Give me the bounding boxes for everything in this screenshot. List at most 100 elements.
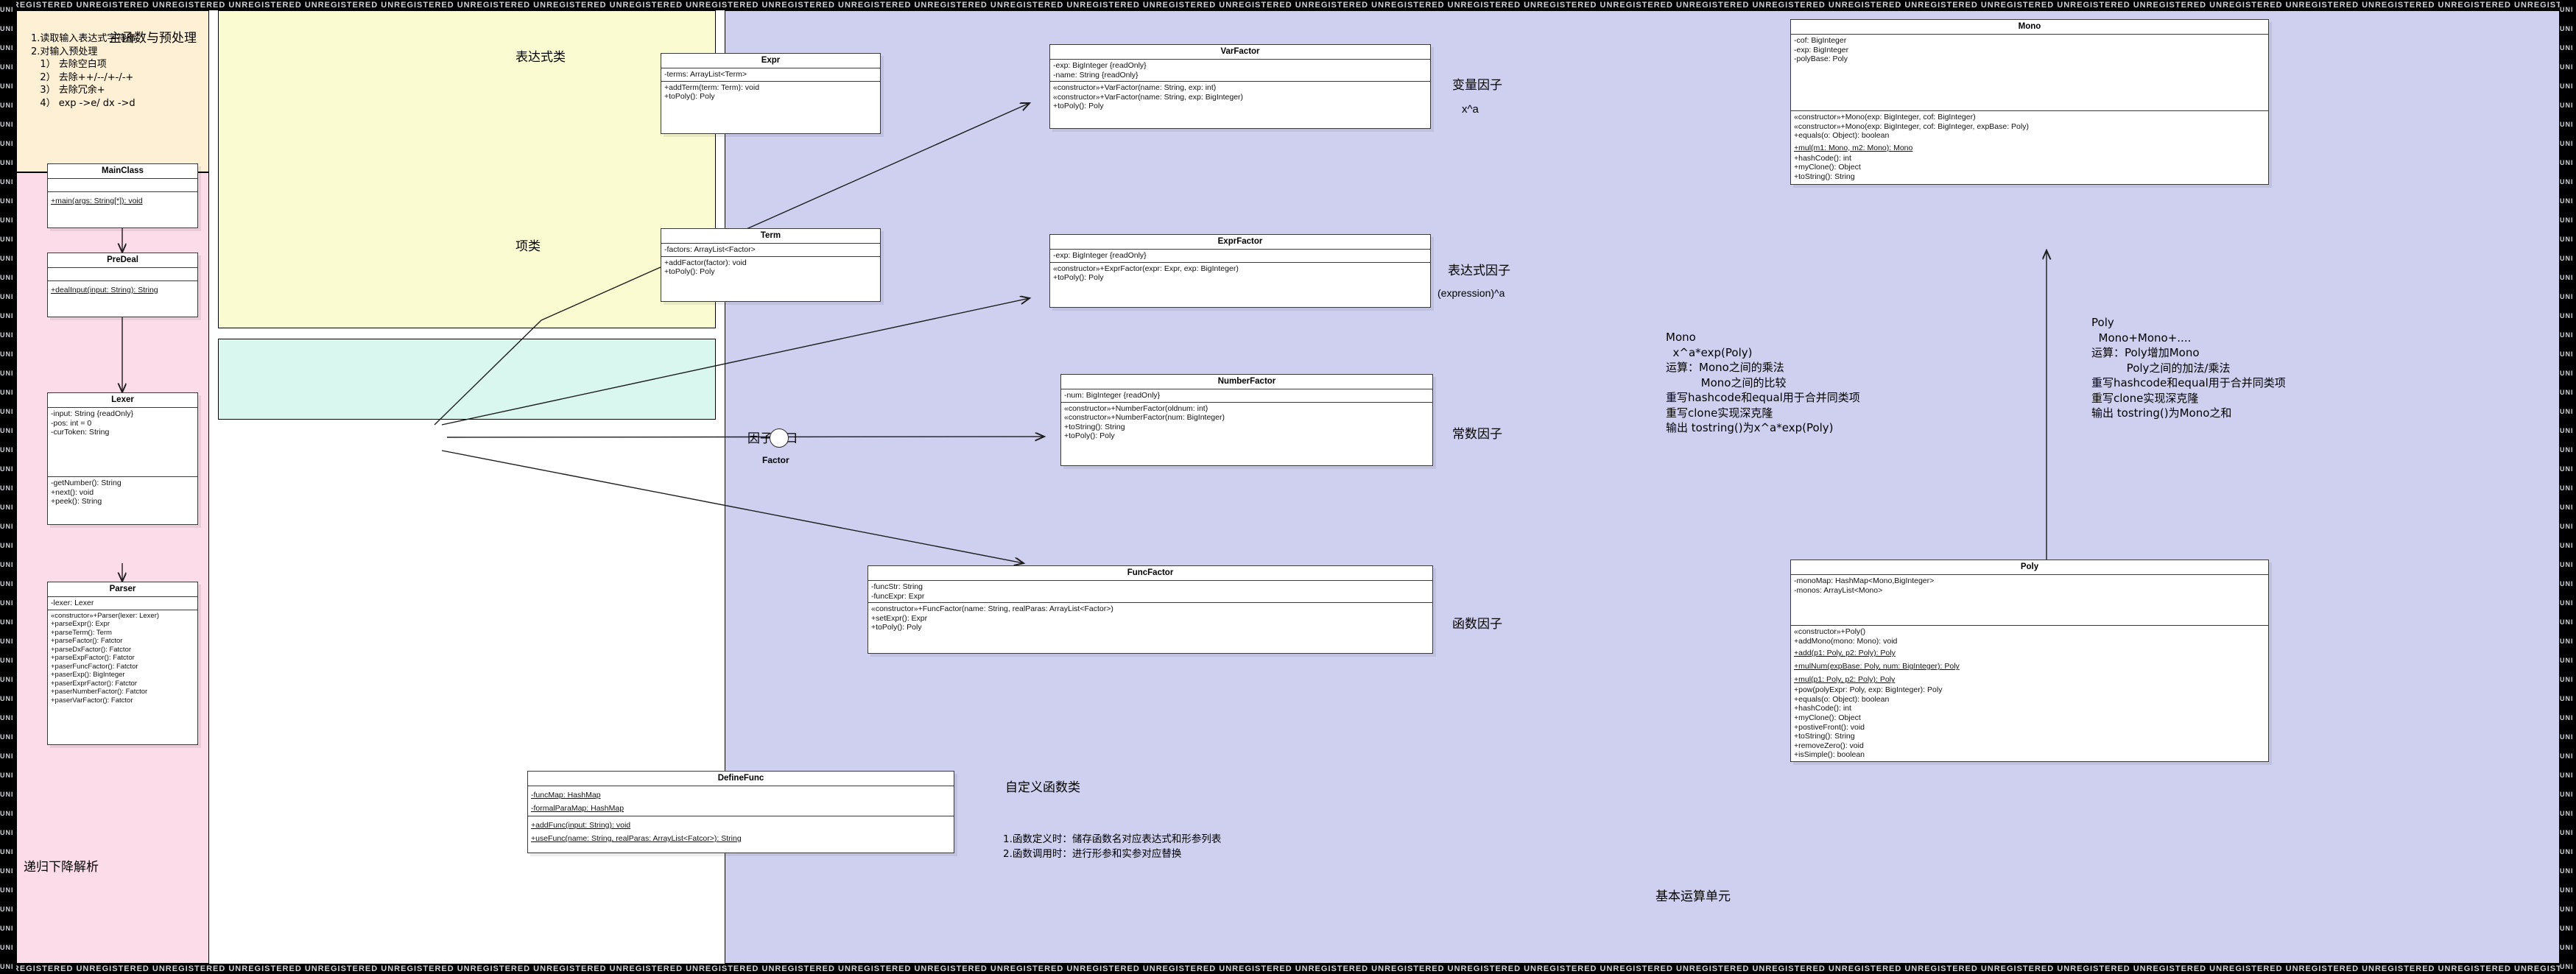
class-box-mono[interactable]: Mono -cof: BigInteger -exp: BigInteger -… <box>1790 19 2269 111</box>
class-method: +toString(): String <box>1064 422 1125 431</box>
class-method: +pow(polyExpr: Poly, exp: BigInteger): P… <box>1794 685 1943 695</box>
class-method: +setExpr(): Expr <box>871 613 928 623</box>
class-method: «constructor»+Parser(lexer: Lexer) <box>51 611 160 620</box>
class-method: +isSimple(): boolean <box>1794 750 1865 760</box>
class-methods: «constructor»+VarFactor(name: String, ex… <box>1050 82 1430 113</box>
class-title: Expr <box>661 54 880 68</box>
class-method: +toString(): String <box>1794 732 1855 741</box>
class-method: +parseDxFactor(): Fatctor <box>51 645 132 654</box>
class-attributes: -monoMap: HashMap<Mono,BigInteger> -mono… <box>1791 575 2268 596</box>
class-method: +toPoly(): Poly <box>1064 431 1115 441</box>
label-expr-factor-sub: (expression)^a <box>1437 287 1505 299</box>
class-method: +next(): void <box>51 487 94 497</box>
func-panel-label: 自定义函数类 <box>1005 780 1080 795</box>
func-panel-notes: 1.函数定义时：储存函数名对应表达式和形参列表 2.函数调用时：进行形参和实参对… <box>1003 833 1222 860</box>
class-title: VarFactor <box>1050 45 1430 60</box>
class-attributes: -cof: BigInteger -exp: BigInteger -polyB… <box>1791 35 2268 66</box>
label-var-factor-sub: x^a <box>1462 103 1479 116</box>
class-method: +paserVarFactor(): Fatctor <box>51 696 133 705</box>
main-panel-title: 主函数与预处理 <box>109 31 197 46</box>
class-method: +mul(m1: Mono, m2: Mono): Mono <box>1794 143 1913 152</box>
class-method: «constructor»+NumberFactor(num: BigInteg… <box>1064 413 1225 423</box>
class-box-poly-methods[interactable]: «constructor»+Poly() +addMono(mono: Mono… <box>1790 626 2269 762</box>
class-methods: «constructor»+Mono(exp: BigInteger, cof:… <box>1791 111 2268 183</box>
interface-name-factor: Factor <box>762 455 789 465</box>
class-box-varfactor[interactable]: VarFactor -exp: BigInteger {readOnly} -n… <box>1049 44 1431 129</box>
class-attributes <box>48 179 197 192</box>
class-box-predeal[interactable]: PreDeal +dealInput(input: String): Strin… <box>47 253 198 317</box>
class-method: +parseTerm(): Term <box>51 628 112 637</box>
class-box-mainclass[interactable]: MainClass +main(args: String[*]): void <box>47 163 198 228</box>
class-attribute: -factors: ArrayList<Factor> <box>664 245 756 254</box>
class-method: -getNumber(): String <box>51 479 122 487</box>
class-method: +toPoly(): Poly <box>871 623 922 632</box>
class-attribute: -cof: BigInteger <box>1794 36 1847 45</box>
class-attributes: -terms: ArrayList<Term> <box>661 68 880 82</box>
class-title: ExprFactor <box>1050 235 1430 250</box>
class-method: +toPoly(): Poly <box>664 92 715 102</box>
label-func-factor: 函数因子 <box>1452 617 1502 632</box>
class-method: +useFunc(name: String, realParas: ArrayL… <box>531 834 742 843</box>
class-box-lexer-methods[interactable]: -getNumber(): String +next(): void +peek… <box>47 477 198 525</box>
class-method: +toPoly(): Poly <box>1053 102 1104 111</box>
class-method: +equals(o: Object): boolean <box>1794 131 1890 141</box>
class-attributes: -factors: ArrayList<Factor> <box>661 244 880 257</box>
class-attribute: -terms: ArrayList<Term> <box>664 70 747 79</box>
expr-group-label: 表达式类 <box>515 50 566 65</box>
class-box-expr[interactable]: Expr -terms: ArrayList<Term> +addTerm(te… <box>661 53 881 134</box>
class-title: Term <box>661 229 880 244</box>
class-method: +toString(): String <box>1794 172 1855 181</box>
note-mono: Mono x^a*exp(Poly) 运算：Mono之间的乘法 Mono之间的比… <box>1666 331 1860 434</box>
class-attribute: -monoMap: HashMap<Mono,BigInteger> <box>1794 576 1935 585</box>
panel-custom-function <box>218 339 716 420</box>
class-title: Lexer <box>48 393 197 408</box>
class-method: +addTerm(term: Term): void <box>664 82 760 92</box>
class-title: Poly <box>1791 560 2268 575</box>
class-methods: -getNumber(): String +next(): void +peek… <box>48 477 197 508</box>
parse-panel-label: 递归下降解析 <box>24 860 99 875</box>
interface-circle-factor[interactable] <box>770 428 789 448</box>
class-method: +myClone(): Object <box>1794 713 1861 722</box>
class-methods: +addFunc(input: String): void +useFunc(n… <box>528 816 954 846</box>
class-method: +peek(): String <box>51 497 102 507</box>
diagram-canvas: 1.读取输入表达式字符串 2.对输入预处理 1） 去除空白项 2） 去除++/-… <box>0 0 2576 974</box>
class-methods: «constructor»+Parser(lexer: Lexer) +pars… <box>48 610 197 707</box>
class-method: +paserExp(): BigInteger <box>51 671 125 680</box>
class-title: FuncFactor <box>868 566 1432 581</box>
class-box-numberfactor[interactable]: NumberFactor -num: BigInteger {readOnly}… <box>1060 374 1433 466</box>
panel-expression-classes <box>218 10 716 328</box>
label-expr-factor: 表达式因子 <box>1448 264 1510 278</box>
class-method: «constructor»+Mono(exp: BigInteger, cof:… <box>1794 121 2029 131</box>
class-title: PreDeal <box>48 253 197 268</box>
class-box-funcfactor[interactable]: FuncFactor -funcStr: String -funcExpr: E… <box>868 565 1433 654</box>
class-method: +mul(p1: Poly, p2: Poly): Poly <box>1794 675 1896 685</box>
label-var-factor: 变量因子 <box>1452 78 1502 93</box>
watermark-top: UNREGISTERED UNREGISTERED UNREGISTERED U… <box>0 0 2576 10</box>
class-method: «constructor»+Poly() <box>1794 627 1866 636</box>
class-box-exprfactor[interactable]: ExprFactor -exp: BigInteger {readOnly} «… <box>1049 234 1431 308</box>
class-method: +toPoly(): Poly <box>1053 273 1104 283</box>
class-attributes: -lexer: Lexer <box>48 597 197 610</box>
class-attribute: -polyBase: Poly <box>1794 54 1848 64</box>
class-attribute: -funcMap: HashMap <box>531 791 601 800</box>
class-method: +myClone(): Object <box>1794 163 1861 172</box>
class-box-mono-methods[interactable]: «constructor»+Mono(exp: BigInteger, cof:… <box>1790 111 2269 185</box>
class-box-lexer[interactable]: Lexer -input: String {readOnly} -pos: in… <box>47 392 198 477</box>
term-group-label: 项类 <box>515 239 541 254</box>
class-box-term[interactable]: Term -factors: ArrayList<Factor> +addFac… <box>661 228 881 302</box>
class-attributes: -num: BigInteger {readOnly} <box>1061 389 1432 403</box>
class-attribute: -exp: BigInteger <box>1794 45 1849 54</box>
class-title: DefineFunc <box>528 772 954 786</box>
class-box-parser[interactable]: Parser -lexer: Lexer «constructor»+Parse… <box>47 582 198 745</box>
class-attribute: -curToken: String <box>51 428 110 437</box>
class-method: +toPoly(): Poly <box>664 267 715 277</box>
class-box-definefunc[interactable]: DefineFunc -funcMap: HashMap -formalPara… <box>527 771 954 853</box>
class-attribute: -lexer: Lexer <box>51 599 94 607</box>
class-box-poly[interactable]: Poly -monoMap: HashMap<Mono,BigInteger> … <box>1790 560 2269 626</box>
class-method: «constructor»+NumberFactor(oldnum: int) <box>1064 403 1208 413</box>
class-attributes: -exp: BigInteger {readOnly} <box>1050 250 1430 263</box>
class-method: +removeZero(): void <box>1794 741 1864 750</box>
note-poly: Poly Mono+Mono+.... 运算：Poly增加Mono Poly之间… <box>2091 316 2286 420</box>
class-attributes: -input: String {readOnly} -pos: int = 0 … <box>48 408 197 439</box>
class-methods: «constructor»+FuncFactor(name: String, r… <box>868 603 1432 634</box>
